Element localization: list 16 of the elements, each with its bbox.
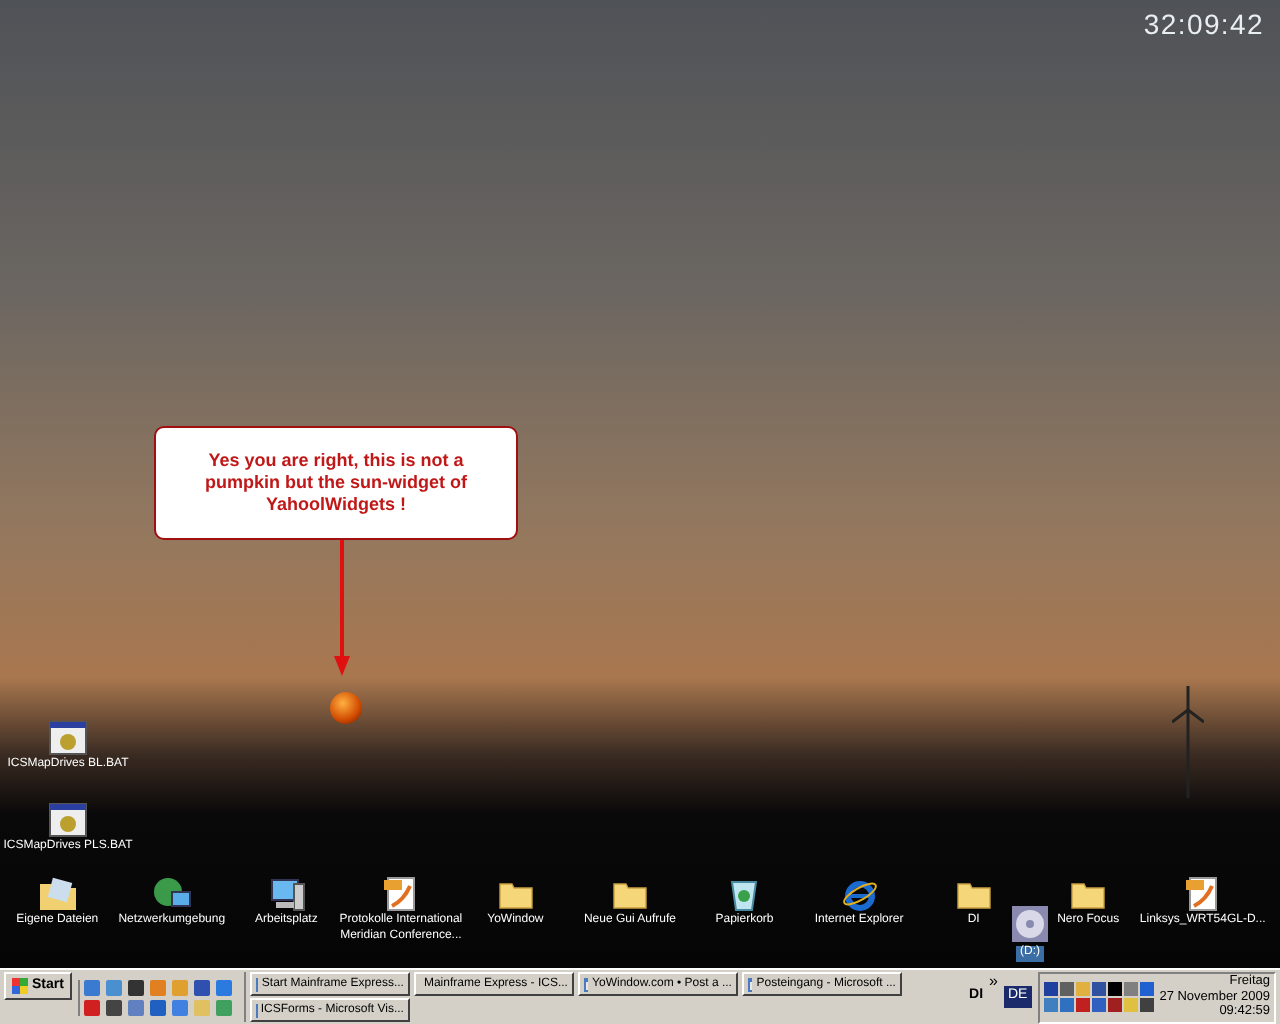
clock-widget: 32:09:42 xyxy=(1143,6,1264,44)
wind-turbine-drawing xyxy=(1172,686,1204,798)
sun-widget[interactable] xyxy=(330,692,362,724)
chevron-button[interactable]: » xyxy=(989,970,998,994)
documents-folder-icon xyxy=(37,876,78,912)
pdf-document-icon xyxy=(380,876,421,912)
pdf-document-icon xyxy=(1182,876,1223,912)
computer-icon xyxy=(266,876,307,912)
windows-logo-icon xyxy=(12,978,28,994)
callout-box: Yes you are right, this is not a pumpkin but the sun-widget of YahoolWidgets ! xyxy=(154,426,518,540)
browser-e-icon xyxy=(839,876,880,912)
batch-file-icon xyxy=(47,720,88,756)
batch-file-icon xyxy=(47,801,88,837)
network-globe-icon xyxy=(151,876,192,912)
arrow-line xyxy=(334,540,350,676)
cd-drive-icon xyxy=(1010,904,1050,944)
